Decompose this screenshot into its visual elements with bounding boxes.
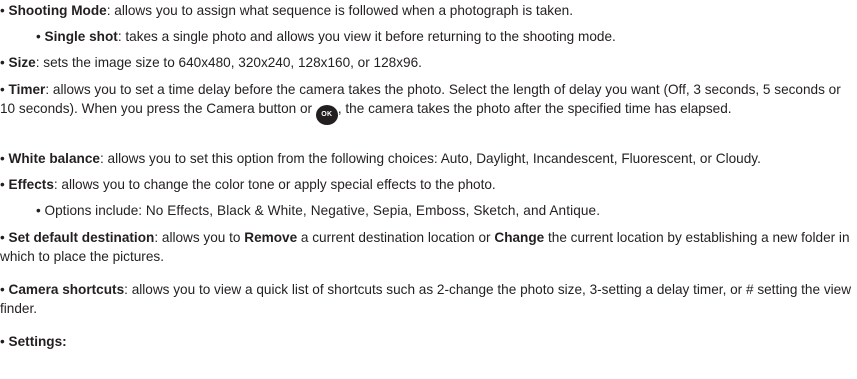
- manual-page: • Shooting Mode: allows you to assign wh…: [0, 0, 857, 379]
- settings-item: • Settings:: [0, 332, 857, 351]
- effects-options-list: No Effects, Black & White, Negative, Sep…: [145, 203, 601, 218]
- bullet: •: [0, 230, 5, 245]
- bullet: •: [36, 29, 41, 44]
- camera-shortcuts-desc: : allows you to view a quick list of sho…: [0, 282, 852, 316]
- timer-item: • Timer: allows you to set a time delay …: [0, 80, 857, 125]
- size-term: Size: [8, 55, 36, 70]
- effects-options-lead: Options include:: [44, 203, 146, 218]
- bullet: •: [0, 177, 5, 192]
- white-balance-item: • White balance: allows you to set this …: [0, 149, 857, 168]
- timer-desc-end: , the camera takes the photo after the s…: [337, 101, 732, 116]
- effects-desc: : allows you to change the color tone or…: [53, 177, 496, 192]
- effects-item: • Effects: allows you to change the colo…: [0, 175, 857, 194]
- size-desc: : sets the image size to 640x480, 320x24…: [35, 55, 422, 70]
- bullet: •: [0, 282, 5, 297]
- default-destination-desc: : allows you to: [154, 230, 245, 245]
- default-destination-desc-2: a current destination location or: [297, 230, 495, 245]
- single-shot-term: Single shot: [44, 29, 118, 44]
- single-shot-item: • Single shot: takes a single photo and …: [36, 27, 857, 46]
- bullet: •: [36, 203, 41, 218]
- settings-term: Settings:: [8, 334, 67, 349]
- camera-shortcuts-item: • Camera shortcuts: allows you to view a…: [0, 280, 857, 318]
- white-balance-desc: : allows you to set this option from the…: [99, 151, 761, 166]
- default-destination-item: • Set default destination: allows you to…: [0, 228, 857, 266]
- bullet: •: [0, 3, 5, 18]
- shooting-mode-desc: : allows you to assign what sequence is …: [106, 3, 573, 18]
- single-shot-desc: : takes a single photo and allows you vi…: [117, 29, 616, 44]
- size-item: • Size: sets the image size to 640x480, …: [0, 53, 857, 72]
- timer-term: Timer: [8, 82, 46, 97]
- bullet: •: [0, 334, 5, 349]
- default-destination-term: Set default destination: [8, 230, 155, 245]
- camera-shortcuts-term: Camera shortcuts: [8, 282, 125, 297]
- shooting-mode-item: • Shooting Mode: allows you to assign wh…: [0, 1, 857, 20]
- bullet: •: [0, 82, 5, 97]
- bullet: •: [0, 55, 5, 70]
- remove-term: Remove: [244, 230, 298, 245]
- effects-term: Effects: [8, 177, 54, 192]
- white-balance-term: White balance: [8, 151, 100, 166]
- shooting-mode-term: Shooting Mode: [8, 3, 107, 18]
- ok-key-icon: OK: [315, 105, 338, 125]
- effects-options-item: • Options include: No Effects, Black & W…: [36, 201, 857, 220]
- bullet: •: [0, 151, 5, 166]
- change-term: Change: [494, 230, 545, 245]
